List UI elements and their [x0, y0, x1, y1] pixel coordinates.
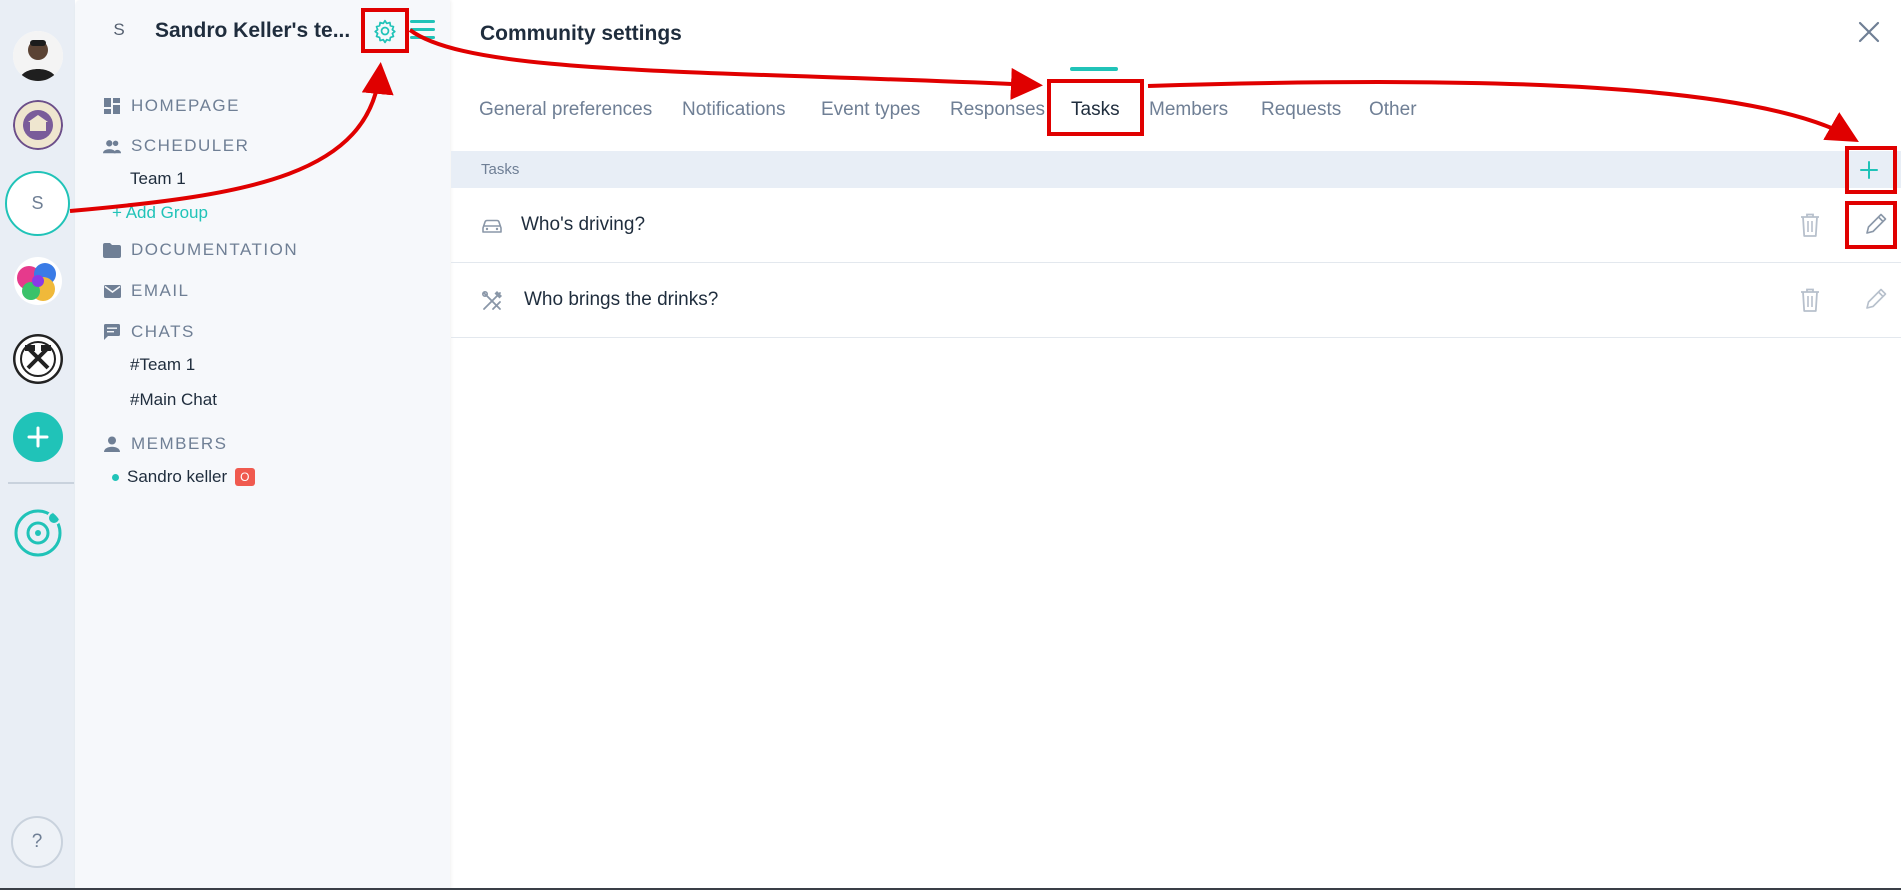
tasks-header-bar	[451, 151, 1901, 188]
close-icon[interactable]	[1857, 20, 1881, 44]
chat-bubble-icon	[103, 323, 121, 341]
tasks-header-label: Tasks	[481, 161, 520, 178]
tools-icon	[481, 290, 502, 310]
colorful-logo-icon	[14, 257, 62, 305]
app: S ? S Sandro Keller's te... HOMEPAGE SCH…	[0, 0, 1901, 890]
task-name[interactable]: Who's driving?	[521, 214, 645, 236]
mining-community-logo[interactable]	[13, 334, 63, 384]
tab-event-types[interactable]: Event types	[821, 99, 920, 121]
annotation-box-gear	[361, 8, 409, 53]
nav-scheduler-label: SCHEDULER	[131, 136, 250, 155]
delete-task-icon[interactable]	[1798, 287, 1822, 313]
nav-documentation-label: DOCUMENTATION	[131, 240, 299, 259]
folder-icon	[103, 241, 121, 259]
discover-button[interactable]	[13, 508, 63, 558]
discover-icon	[14, 509, 62, 557]
member-name: Sandro keller	[127, 467, 228, 486]
rail-divider	[8, 482, 74, 484]
university-seal-icon	[13, 100, 63, 150]
member-role-badge: O	[235, 468, 255, 486]
nav-chats[interactable]: CHATS	[103, 322, 195, 342]
chat-item-team-1[interactable]: #Team 1	[130, 355, 195, 375]
team-avatar: S	[113, 20, 125, 39]
community-rail: S ?	[0, 0, 75, 890]
page-title: Community settings	[480, 22, 682, 45]
help-button[interactable]: ?	[11, 816, 63, 868]
dashboard-icon	[103, 97, 121, 115]
nav-chats-label: CHATS	[131, 322, 195, 341]
nav-documentation[interactable]: DOCUMENTATION	[103, 240, 298, 260]
delete-task-icon[interactable]	[1798, 212, 1822, 238]
nav-homepage[interactable]: HOMEPAGE	[103, 96, 240, 116]
colorful-community-logo[interactable]	[13, 256, 63, 306]
user-avatar[interactable]	[13, 31, 63, 81]
task-name[interactable]: Who brings the drinks?	[524, 289, 718, 311]
add-group-link[interactable]: + Add Group	[112, 203, 208, 223]
nav-email[interactable]: EMAIL	[103, 281, 190, 301]
person-icon	[103, 435, 121, 453]
tab-other[interactable]: Other	[1369, 99, 1417, 121]
team-name[interactable]: Sandro Keller's te...	[155, 19, 350, 43]
scheduler-item-team-1[interactable]: Team 1	[130, 169, 186, 189]
car-icon	[482, 219, 502, 233]
add-community-button[interactable]	[13, 412, 63, 462]
tab-members[interactable]: Members	[1149, 99, 1228, 121]
edit-task-icon[interactable]	[1863, 286, 1889, 312]
hammer-pick-logo-icon	[13, 334, 63, 384]
tab-requests[interactable]: Requests	[1261, 99, 1341, 121]
annotation-box-add-task	[1845, 146, 1897, 194]
annotation-box-edit-task	[1845, 201, 1897, 249]
chat-item-main-chat[interactable]: #Main Chat	[130, 390, 217, 410]
user-avatar-image	[13, 31, 63, 81]
annotation-box-tasks-tab	[1047, 79, 1144, 136]
people-icon	[103, 137, 121, 155]
nav-scheduler[interactable]: SCHEDULER	[103, 136, 249, 156]
tab-responses[interactable]: Responses	[950, 99, 1045, 121]
online-status-dot	[112, 473, 119, 481]
university-logo[interactable]	[13, 100, 63, 150]
menu-icon[interactable]	[410, 20, 435, 42]
nav-members-label: MEMBERS	[131, 434, 228, 453]
team-community-button[interactable]: S	[5, 171, 70, 236]
team-initial: S	[31, 193, 44, 213]
nav-homepage-label: HOMEPAGE	[131, 96, 240, 115]
envelope-icon	[103, 282, 121, 300]
nav-members[interactable]: MEMBERS	[103, 434, 227, 454]
task-row	[451, 188, 1901, 263]
tab-notifications[interactable]: Notifications	[682, 99, 786, 121]
nav-email-label: EMAIL	[131, 281, 190, 300]
plus-icon	[27, 426, 49, 448]
active-tab-indicator	[1070, 67, 1118, 71]
tab-general-preferences[interactable]: General preferences	[479, 99, 652, 121]
member-item[interactable]: Sandro keller O	[112, 467, 255, 487]
arrow-tasks-to-add	[1147, 80, 1859, 142]
